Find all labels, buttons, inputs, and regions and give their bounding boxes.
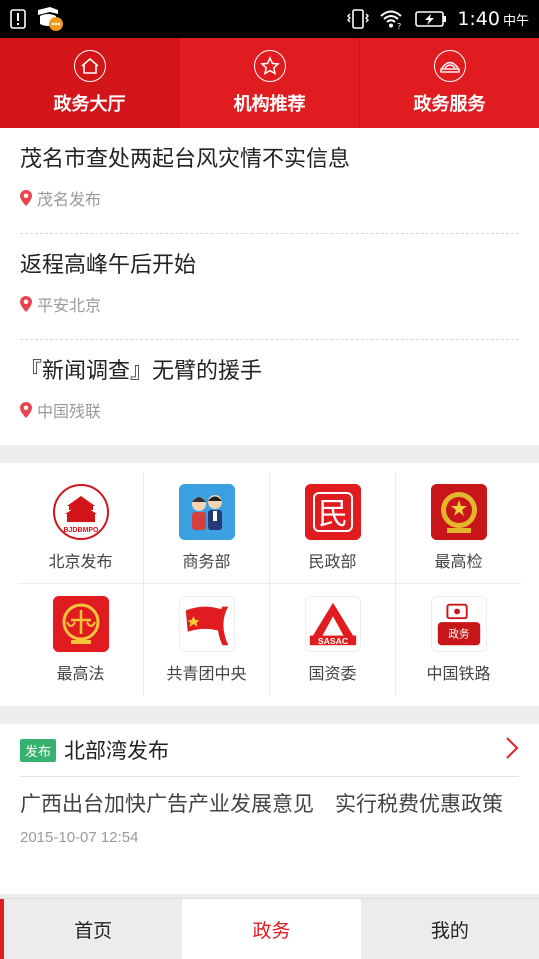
news-title: 茂名市查处两起台风灾情不实信息	[20, 147, 351, 172]
release-card-title: 北部湾发布	[64, 739, 170, 763]
home-icon	[73, 50, 106, 82]
tab-label: 政务服务	[413, 94, 486, 115]
news-source: 茂名发布	[20, 186, 519, 210]
news-title: 『新闻调查』无臂的援手	[20, 359, 263, 384]
tab-government-service[interactable]: 政务服务	[360, 38, 539, 128]
agency-grid: BJDBMPO 北京发布 商务部 民 民政部 最高检 最高法 共青团中央 SAS…	[0, 463, 539, 706]
news-source-label: 茂名发布	[37, 190, 102, 209]
svg-text:BJDBMPO: BJDBMPO	[63, 527, 99, 534]
news-title: 返程高峰午后开始	[20, 253, 197, 278]
svg-text:?: ?	[397, 22, 401, 30]
beijing-release-logo-icon: BJDBMPO	[52, 484, 109, 540]
battery-charging-icon	[415, 10, 447, 28]
status-bar: ? 1:40 中午	[0, 0, 539, 38]
agency-label: 共青团中央	[166, 663, 247, 683]
china-railway-logo-icon: 政务	[430, 595, 487, 652]
bottom-nav: 首页 政务 我的	[0, 898, 539, 959]
release-card-header[interactable]: 发布 北部湾发布	[20, 724, 519, 777]
youth-league-logo-icon	[178, 595, 235, 652]
release-card[interactable]: 发布 北部湾发布 广西出台加快广告产业发展意见 实行税费优惠政策 2015-10…	[0, 724, 539, 894]
agency-label: 民政部	[308, 552, 357, 571]
agency-youth-league[interactable]: 共青团中央	[144, 584, 270, 695]
svg-text:SASAC: SASAC	[317, 635, 348, 645]
tab-agency-recommend[interactable]: 机构推荐	[180, 38, 360, 128]
commerce-ministry-logo-icon	[178, 484, 235, 540]
release-badge: 发布	[20, 738, 57, 762]
top-tab-bar: 政务大厅 机构推荐 政务服务	[0, 38, 539, 128]
agency-sasac[interactable]: SASAC 国资委	[270, 584, 396, 695]
release-card-date: 2015-10-07 12:54	[20, 829, 139, 846]
agency-beijing-release[interactable]: BJDBMPO 北京发布	[18, 473, 144, 583]
news-item[interactable]: 返程高峰午后开始 平安北京	[20, 234, 519, 340]
supreme-court-logo-icon	[52, 595, 109, 652]
app-notification-icon	[36, 6, 64, 32]
chevron-right-icon[interactable]	[505, 736, 519, 764]
svg-text:民: 民	[318, 497, 348, 532]
clock-time: 1:40 中午	[457, 8, 529, 30]
news-source-label: 中国残联	[37, 402, 102, 421]
agency-label: 北京发布	[48, 552, 113, 571]
news-list: 茂名市查处两起台风灾情不实信息 茂名发布 返程高峰午后开始 平安北京 『新闻调查…	[0, 128, 539, 445]
agency-label: 中国铁路	[426, 663, 491, 683]
location-pin-icon	[20, 296, 32, 312]
svg-text:政务: 政务	[448, 627, 470, 640]
location-pin-icon	[20, 190, 32, 206]
agency-label: 最高检	[434, 552, 483, 571]
service-icon	[433, 50, 466, 82]
wifi-icon: ?	[379, 8, 405, 30]
alert-notification-icon	[10, 9, 26, 29]
agency-label: 商务部	[182, 552, 231, 571]
agency-commerce-ministry[interactable]: 商务部	[144, 473, 270, 583]
agency-label: 最高法	[56, 663, 105, 683]
tab-government-hall[interactable]: 政务大厅	[0, 38, 180, 128]
location-pin-icon	[20, 402, 32, 418]
news-item[interactable]: 茂名市查处两起台风灾情不实信息 茂名发布	[20, 128, 519, 234]
agency-civil-affairs[interactable]: 民 民政部	[270, 473, 396, 583]
news-source: 中国残联	[20, 398, 519, 422]
nav-mine[interactable]: 我的	[360, 899, 539, 959]
vibrate-icon	[347, 8, 370, 30]
agency-procuratorate[interactable]: 最高检	[396, 473, 521, 583]
grid-row: BJDBMPO 北京发布 商务部 民 民政部 最高检	[18, 473, 521, 584]
civil-affairs-logo-icon: 民	[304, 484, 361, 540]
agency-china-railway[interactable]: 政务 中国铁路	[396, 584, 521, 695]
agency-label: 国资委	[308, 663, 357, 683]
grid-row: 最高法 共青团中央 SASAC 国资委 政务 中国铁路	[18, 584, 521, 695]
nav-home[interactable]: 首页	[0, 899, 183, 959]
procuratorate-logo-icon	[430, 484, 487, 540]
star-icon	[253, 50, 286, 82]
nav-government[interactable]: 政务	[182, 899, 361, 959]
tab-label: 政务大厅	[53, 94, 126, 115]
agency-supreme-court[interactable]: 最高法	[18, 584, 144, 695]
release-card-body[interactable]: 广西出台加快广告产业发展意见 实行税费优惠政策	[20, 789, 519, 819]
news-source: 平安北京	[20, 292, 519, 316]
tab-label: 机构推荐	[233, 94, 306, 115]
news-source-label: 平安北京	[37, 296, 102, 315]
sasac-logo-icon: SASAC	[304, 595, 361, 652]
news-item[interactable]: 『新闻调查』无臂的援手 中国残联	[20, 340, 519, 446]
